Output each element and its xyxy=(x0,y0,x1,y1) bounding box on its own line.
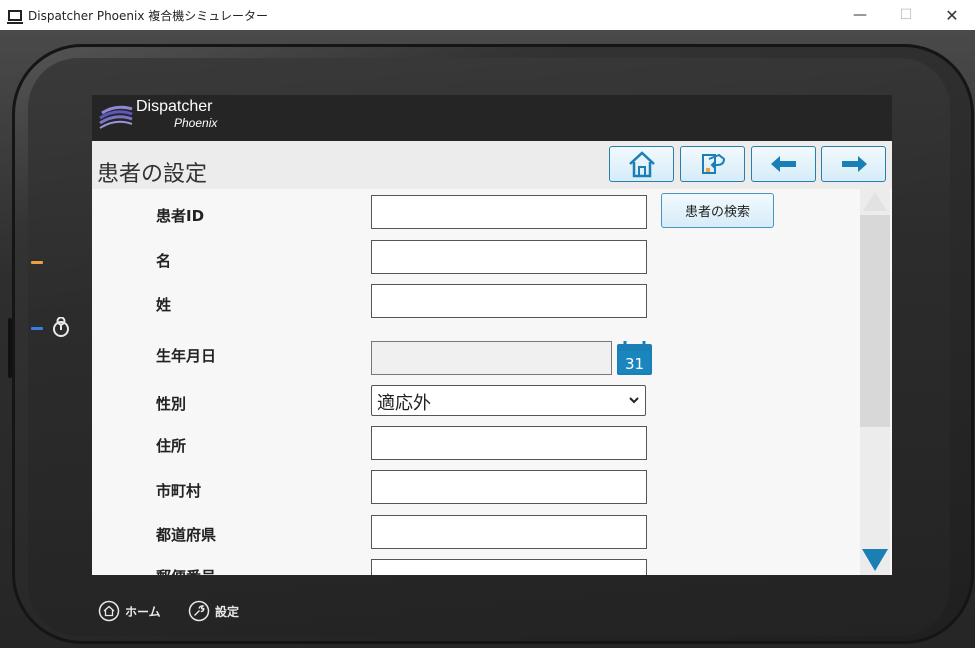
power-icon[interactable] xyxy=(50,316,72,339)
prefecture-label: 都道府県 xyxy=(156,526,217,544)
calendar-day-text: 31 xyxy=(625,355,644,373)
wrench-icon xyxy=(188,600,210,622)
window-title: Dispatcher Phoenix 複合機シミュレーター xyxy=(28,8,269,23)
first-name-label: 名 xyxy=(156,252,172,270)
device-home-button[interactable]: ホーム xyxy=(98,599,161,623)
exit-icon xyxy=(701,153,725,174)
device-screen: Dispatcher Phoenix 患者の設定 患者ID 患者の検索 名 姓 … xyxy=(92,95,892,575)
address-input[interactable] xyxy=(371,426,647,460)
prefecture-input[interactable] xyxy=(371,515,647,549)
minimize-button[interactable]: — xyxy=(837,0,883,30)
status-led-blue xyxy=(31,327,43,330)
birthdate-label: 生年月日 xyxy=(156,347,217,365)
calendar-icon: 31 xyxy=(617,341,652,375)
forward-button[interactable] xyxy=(821,146,886,182)
chevron-down-icon xyxy=(629,397,639,404)
city-input[interactable] xyxy=(371,470,647,504)
side-button xyxy=(8,318,12,378)
gender-label: 性別 xyxy=(156,395,187,413)
postal-code-input[interactable] xyxy=(371,559,647,575)
device-settings-label: 設定 xyxy=(215,604,240,619)
logo-text-phoenix: Phoenix xyxy=(174,116,218,130)
device-settings-button[interactable]: 設定 xyxy=(188,599,239,623)
last-name-input[interactable] xyxy=(371,284,647,318)
close-button[interactable]: ✕ xyxy=(929,0,975,30)
address-label: 住所 xyxy=(156,437,187,455)
postal-code-label: 郵便番号 xyxy=(156,566,216,575)
calendar-button[interactable]: 31 xyxy=(616,340,653,376)
back-arrow-icon xyxy=(770,156,796,172)
gender-select[interactable]: 適応外 xyxy=(371,385,646,416)
scrollbar-thumb[interactable] xyxy=(860,215,890,427)
patient-id-input[interactable] xyxy=(371,195,647,229)
scroll-up-icon[interactable] xyxy=(860,189,890,213)
patient-id-label: 患者ID xyxy=(156,207,205,225)
city-label: 市町村 xyxy=(156,482,202,500)
forward-arrow-icon xyxy=(841,156,867,172)
patient-form: 患者ID 患者の検索 名 姓 生年月日 31 性別 適応外 住所 市町村 都道府… xyxy=(92,189,860,575)
exit-button[interactable] xyxy=(680,146,745,182)
maximize-button[interactable]: ☐ xyxy=(883,0,929,30)
home-button[interactable] xyxy=(609,146,674,182)
app-icon xyxy=(7,9,23,24)
logo-text-dispatcher: Dispatcher xyxy=(136,98,213,115)
page-title-bar: 患者の設定 xyxy=(92,141,892,189)
gender-select-value: 適応外 xyxy=(377,393,431,414)
dispatcher-logo-icon xyxy=(99,105,133,129)
home-icon xyxy=(628,151,655,178)
back-button[interactable] xyxy=(751,146,816,182)
device-home-label: ホーム xyxy=(125,604,161,619)
first-name-input[interactable] xyxy=(371,240,647,274)
last-name-label: 姓 xyxy=(156,296,172,314)
patient-search-button[interactable]: 患者の検索 xyxy=(661,193,774,228)
window-titlebar: Dispatcher Phoenix 複合機シミュレーター — ☐ ✕ xyxy=(0,0,975,30)
status-led-orange xyxy=(31,261,43,264)
home-icon xyxy=(98,600,120,622)
scroll-down-icon[interactable] xyxy=(860,545,890,575)
app-header: Dispatcher Phoenix xyxy=(92,95,892,141)
scrollbar[interactable] xyxy=(860,189,890,575)
birthdate-input[interactable] xyxy=(371,341,612,375)
page-title: 患者の設定 xyxy=(97,162,208,187)
